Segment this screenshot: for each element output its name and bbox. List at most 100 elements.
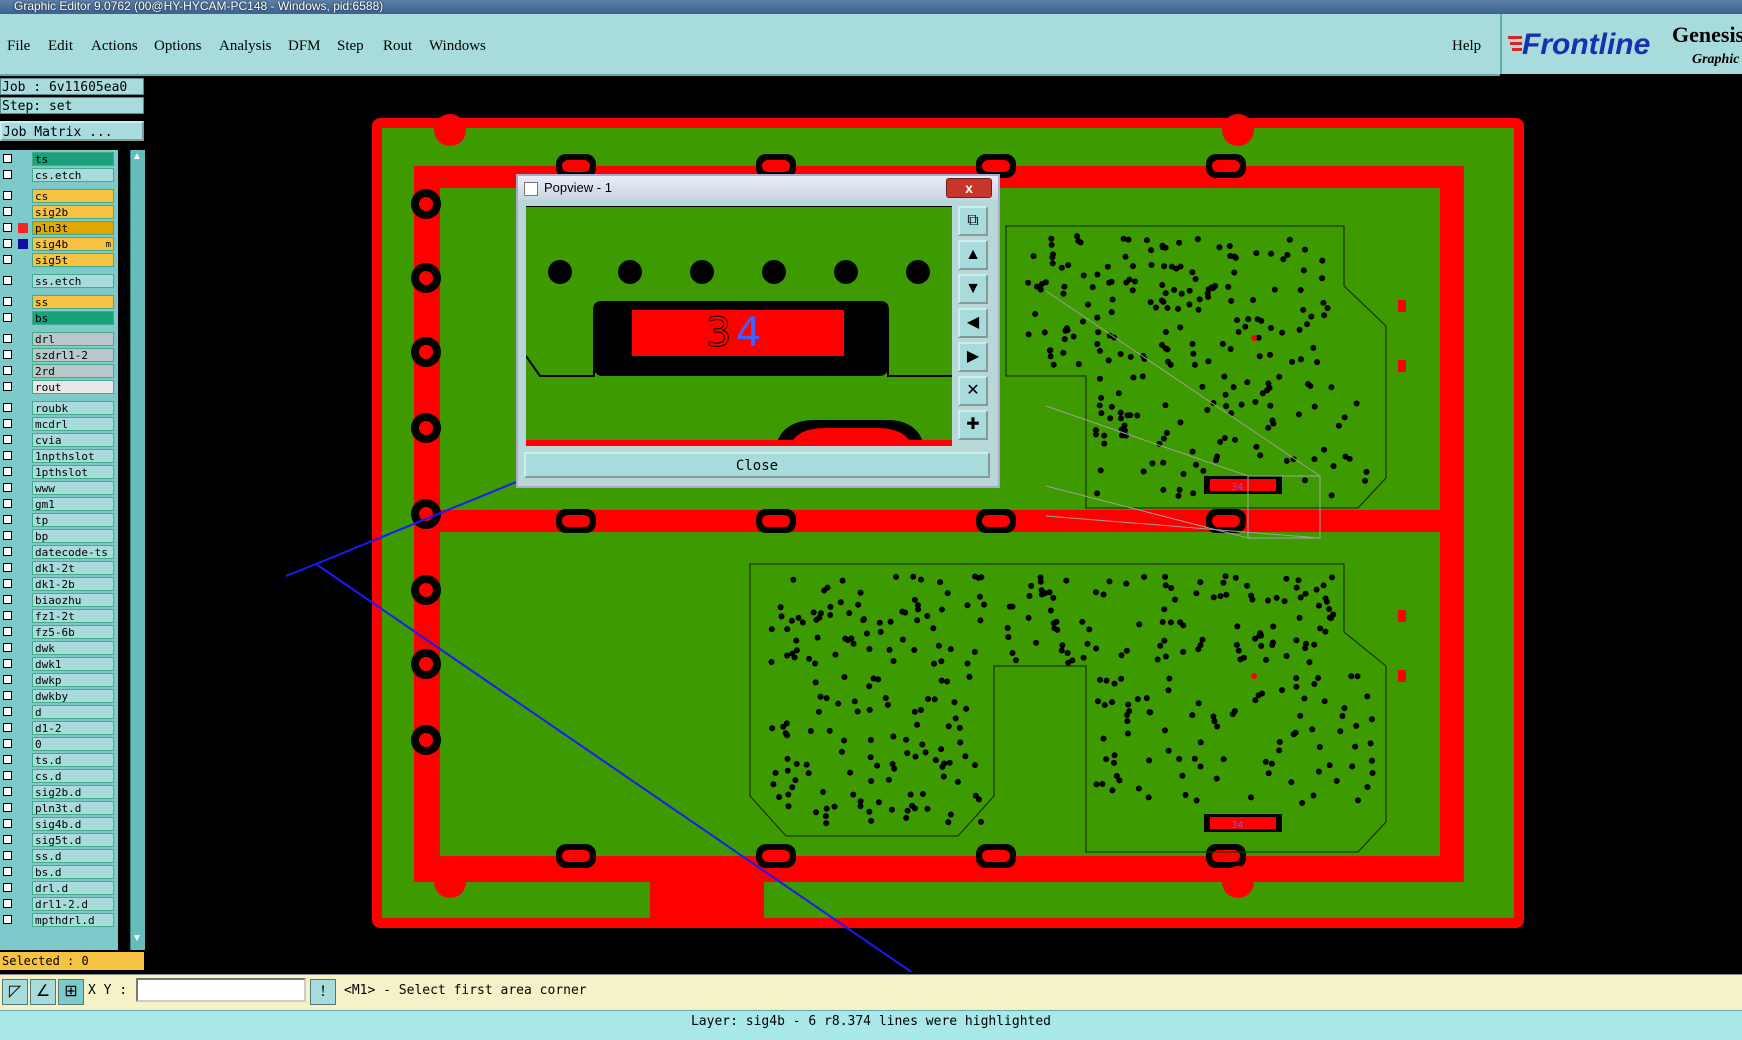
layer-row[interactable]: 1pthslot [0, 465, 118, 480]
popview-zoom-canvas[interactable]: 3 4 [526, 206, 952, 446]
layer-row[interactable]: ts.d [0, 753, 118, 768]
layer-checkbox[interactable] [3, 382, 12, 391]
layer-row[interactable]: fz5-6b [0, 625, 118, 640]
layer-checkbox[interactable] [3, 435, 12, 444]
layer-checkbox[interactable] [3, 707, 12, 716]
layer-checkbox[interactable] [3, 867, 12, 876]
layer-checkbox[interactable] [3, 771, 12, 780]
layer-checkbox[interactable] [3, 239, 12, 248]
scroll-up-icon[interactable]: ▲ [132, 152, 142, 162]
zoom-out-icon[interactable]: ✕ [958, 376, 988, 406]
layer-row[interactable]: www [0, 481, 118, 496]
layer-row[interactable]: 2rd [0, 364, 118, 379]
pan-right-icon[interactable]: ▶ [958, 342, 988, 372]
layer-checkbox[interactable] [3, 297, 12, 306]
layer-row[interactable]: 0 [0, 737, 118, 752]
layer-checkbox[interactable] [3, 403, 12, 412]
layer-row[interactable]: dwkby [0, 689, 118, 704]
layer-row[interactable]: drl [0, 332, 118, 347]
layer-checkbox[interactable] [3, 835, 12, 844]
layer-row[interactable]: ss [0, 295, 118, 310]
layer-checkbox[interactable] [3, 499, 12, 508]
layer-row[interactable]: drl.d [0, 881, 118, 896]
layer-checkbox[interactable] [3, 675, 12, 684]
menu-windows[interactable]: Windows [429, 38, 486, 55]
job-matrix-button[interactable]: Job Matrix ... [0, 121, 144, 141]
menu-step[interactable]: Step [337, 38, 364, 55]
zoom-in-icon[interactable]: ✚ [958, 410, 988, 440]
layer-row[interactable]: cs.etch [0, 168, 118, 183]
layer-row[interactable]: cs [0, 189, 118, 204]
layer-row[interactable]: sig2b.d [0, 785, 118, 800]
layer-checkbox[interactable] [3, 643, 12, 652]
layer-checkbox[interactable] [3, 627, 12, 636]
popview-close-button[interactable]: Close [524, 452, 990, 478]
layer-checkbox[interactable] [3, 515, 12, 524]
layer-row[interactable]: gm1 [0, 497, 118, 512]
layer-checkbox[interactable] [3, 611, 12, 620]
grid-tool-icon[interactable]: ⊞ [58, 979, 84, 1005]
layer-checkbox[interactable] [3, 255, 12, 264]
layer-row[interactable]: ss.etch [0, 274, 118, 289]
menu-options[interactable]: Options [154, 38, 202, 55]
layer-checkbox[interactable] [3, 787, 12, 796]
layer-checkbox[interactable] [3, 819, 12, 828]
layer-row[interactable]: mcdrl [0, 417, 118, 432]
layer-checkbox[interactable] [3, 170, 12, 179]
layer-row[interactable]: sig2b [0, 205, 118, 220]
layer-checkbox[interactable] [3, 803, 12, 812]
layer-row[interactable]: dk1-2t [0, 561, 118, 576]
layer-checkbox[interactable] [3, 755, 12, 764]
pan-up-icon[interactable]: ▲ [958, 240, 988, 270]
layer-row[interactable]: pln3t [0, 221, 118, 236]
select-tool-icon[interactable]: ◸ [2, 979, 28, 1005]
pan-left-icon[interactable]: ◀ [958, 308, 988, 338]
scroll-down-icon[interactable]: ▼ [132, 934, 142, 944]
info-icon[interactable]: ! [310, 979, 336, 1005]
layer-checkbox[interactable] [3, 313, 12, 322]
menu-rout[interactable]: Rout [383, 38, 412, 55]
layer-row[interactable]: sig5t.d [0, 833, 118, 848]
layer-checkbox[interactable] [3, 915, 12, 924]
layer-checkbox[interactable] [3, 547, 12, 556]
menu-dfm[interactable]: DFM [288, 38, 321, 55]
layer-checkbox[interactable] [3, 723, 12, 732]
layer-checkbox[interactable] [3, 595, 12, 604]
layer-checkbox[interactable] [3, 350, 12, 359]
pan-down-icon[interactable]: ▼ [958, 274, 988, 304]
layer-row[interactable]: bp [0, 529, 118, 544]
layer-checkbox[interactable] [3, 563, 12, 572]
measure-tool-icon[interactable]: ∠ [30, 979, 56, 1005]
popview-title-bar[interactable]: Popview - 1 x [518, 176, 998, 200]
menu-actions[interactable]: Actions [91, 38, 138, 55]
layer-row[interactable]: sig4b m [0, 237, 118, 252]
layer-row[interactable]: szdrl1-2 [0, 348, 118, 363]
layer-row[interactable]: rout [0, 380, 118, 395]
layer-row[interactable]: bs [0, 311, 118, 326]
layer-checkbox[interactable] [3, 483, 12, 492]
layer-row[interactable]: d1-2 [0, 721, 118, 736]
popview-close-icon[interactable]: x [946, 178, 992, 198]
layer-row[interactable]: sig5t [0, 253, 118, 268]
layer-checkbox[interactable] [3, 276, 12, 285]
layer-checkbox[interactable] [3, 883, 12, 892]
layer-checkbox[interactable] [3, 899, 12, 908]
layer-row[interactable]: ss.d [0, 849, 118, 864]
layer-row[interactable]: bs.d [0, 865, 118, 880]
layer-row[interactable]: biaozhu [0, 593, 118, 608]
layer-checkbox[interactable] [3, 419, 12, 428]
layer-row[interactable]: roubk [0, 401, 118, 416]
layer-list-scrollbar[interactable]: ▲ ▼ [130, 150, 145, 950]
layer-row[interactable]: pln3t.d [0, 801, 118, 816]
layer-row[interactable]: dwk [0, 641, 118, 656]
layer-row[interactable]: cvia [0, 433, 118, 448]
layer-checkbox[interactable] [3, 467, 12, 476]
layer-row[interactable]: fz1-2t [0, 609, 118, 624]
layer-row[interactable]: mpthdrl.d [0, 913, 118, 928]
layer-row[interactable]: dwkp [0, 673, 118, 688]
layer-checkbox[interactable] [3, 659, 12, 668]
layer-row[interactable]: 1npthslot [0, 449, 118, 464]
layer-row[interactable]: datecode-ts [0, 545, 118, 560]
layer-checkbox[interactable] [3, 851, 12, 860]
layer-checkbox[interactable] [3, 739, 12, 748]
